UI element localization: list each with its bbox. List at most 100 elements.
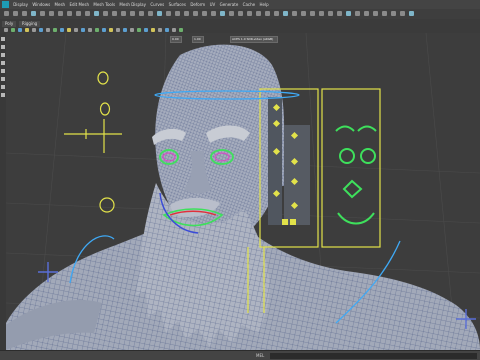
shelf-icon[interactable] bbox=[81, 28, 85, 32]
tool-icon[interactable] bbox=[1, 61, 5, 65]
toolbar-icon[interactable] bbox=[175, 11, 180, 16]
toolbar-icon[interactable] bbox=[310, 11, 315, 16]
toolbar-icon[interactable] bbox=[13, 11, 18, 16]
toolbar-icon[interactable] bbox=[229, 11, 234, 16]
menu-generate[interactable]: Generate bbox=[217, 0, 240, 9]
toolbar-icon[interactable] bbox=[391, 11, 396, 16]
menu-uv[interactable]: UV bbox=[207, 0, 217, 9]
toolbar-icon[interactable] bbox=[328, 11, 333, 16]
toolbar-icon[interactable] bbox=[157, 11, 162, 16]
toolbar-icon[interactable] bbox=[85, 11, 90, 16]
menu-mesh-tools[interactable]: Mesh Tools bbox=[91, 0, 117, 9]
tool-icon[interactable] bbox=[1, 85, 5, 89]
toolbar-icon[interactable] bbox=[400, 11, 405, 16]
menu-edit-mesh[interactable]: Edit Mesh bbox=[67, 0, 91, 9]
toolbar-icon[interactable] bbox=[103, 11, 108, 16]
toolbar-icon[interactable] bbox=[337, 11, 342, 16]
shelf-icon[interactable] bbox=[158, 28, 162, 32]
shelf-icon[interactable] bbox=[95, 28, 99, 32]
slider-letter-box-a[interactable] bbox=[282, 219, 288, 225]
color-space-field[interactable]: ACES 1.0 SDR-video (sRGB) bbox=[230, 36, 278, 43]
tool-icon[interactable] bbox=[1, 53, 5, 57]
toolbar-icon[interactable] bbox=[346, 11, 351, 16]
toolbar-icon[interactable] bbox=[67, 11, 72, 16]
shelf-tab-poly[interactable]: Poly bbox=[2, 21, 17, 27]
toolbar-icon[interactable] bbox=[274, 11, 279, 16]
shelf-icon[interactable] bbox=[165, 28, 169, 32]
toolbar-icon[interactable] bbox=[238, 11, 243, 16]
menu-mesh-display[interactable]: Mesh Display bbox=[117, 0, 148, 9]
menu-deform[interactable]: Deform bbox=[188, 0, 207, 9]
shelf-icon[interactable] bbox=[53, 28, 57, 32]
tool-icon[interactable] bbox=[1, 77, 5, 81]
shelf-icon[interactable] bbox=[144, 28, 148, 32]
shelf-tab-rigging[interactable]: Rigging bbox=[19, 21, 41, 27]
toolbar-icon[interactable] bbox=[94, 11, 99, 16]
command-input[interactable] bbox=[270, 353, 477, 359]
toolbar-icon[interactable] bbox=[292, 11, 297, 16]
tool-icon[interactable] bbox=[1, 45, 5, 49]
select-arrow-icon[interactable] bbox=[1, 37, 5, 41]
toolbar-icon[interactable] bbox=[202, 11, 207, 16]
menu-surfaces[interactable]: Surfaces bbox=[166, 0, 188, 9]
shelf-icon[interactable] bbox=[11, 28, 15, 32]
gamma-field[interactable]: 1.00 bbox=[192, 36, 204, 43]
toolbar-icon[interactable] bbox=[211, 11, 216, 16]
toolbar-icon[interactable] bbox=[265, 11, 270, 16]
shelf-icon[interactable] bbox=[151, 28, 155, 32]
toolbar-icon[interactable] bbox=[220, 11, 225, 16]
slider-letter-box-b[interactable] bbox=[290, 219, 296, 225]
toolbar-icon[interactable] bbox=[193, 11, 198, 16]
shelf-icon[interactable] bbox=[25, 28, 29, 32]
toolbar-icon[interactable] bbox=[121, 11, 126, 16]
shelf-icon[interactable] bbox=[123, 28, 127, 32]
menu-help[interactable]: Help bbox=[257, 0, 271, 9]
menu-display[interactable]: Display bbox=[11, 0, 30, 9]
tool-icon[interactable] bbox=[1, 69, 5, 73]
shelf-icon[interactable] bbox=[172, 28, 176, 32]
toolbar-icon[interactable] bbox=[355, 11, 360, 16]
viewport[interactable]: 0.00 1.00 ACES 1.0 SDR-video (sRGB) bbox=[5, 32, 480, 351]
toolbar-icon[interactable] bbox=[58, 11, 63, 16]
toolbar-icon[interactable] bbox=[76, 11, 81, 16]
menu-cache[interactable]: Cache bbox=[240, 0, 257, 9]
shelf-icon[interactable] bbox=[67, 28, 71, 32]
tool-icon[interactable] bbox=[1, 93, 5, 97]
toolbar-icon[interactable] bbox=[166, 11, 171, 16]
toolbar-icon[interactable] bbox=[319, 11, 324, 16]
toolbar-icon[interactable] bbox=[139, 11, 144, 16]
toolbar-icon[interactable] bbox=[4, 11, 9, 16]
toolbar-icon[interactable] bbox=[184, 11, 189, 16]
menu-mesh[interactable]: Mesh bbox=[52, 0, 67, 9]
toolbar-icon[interactable] bbox=[382, 11, 387, 16]
shelf-icon[interactable] bbox=[88, 28, 92, 32]
toolbar-icon[interactable] bbox=[256, 11, 261, 16]
toolbar-icon[interactable] bbox=[148, 11, 153, 16]
toolbar-icon[interactable] bbox=[301, 11, 306, 16]
toolbar-icon[interactable] bbox=[373, 11, 378, 16]
toolbar-icon[interactable] bbox=[49, 11, 54, 16]
menu-curves[interactable]: Curves bbox=[148, 0, 166, 9]
mel-label[interactable]: MEL bbox=[256, 351, 264, 360]
toolbar-icon[interactable] bbox=[247, 11, 252, 16]
shelf-icon[interactable] bbox=[4, 28, 8, 32]
shelf-icon[interactable] bbox=[102, 28, 106, 32]
shelf-icon[interactable] bbox=[109, 28, 113, 32]
shelf-icon[interactable] bbox=[60, 28, 64, 32]
shelf-icon[interactable] bbox=[39, 28, 43, 32]
shelf-icon[interactable] bbox=[179, 28, 183, 32]
toolbar-icon[interactable] bbox=[31, 11, 36, 16]
shelf-icon[interactable] bbox=[32, 28, 36, 32]
toolbar-icon[interactable] bbox=[364, 11, 369, 16]
toolbar-icon[interactable] bbox=[40, 11, 45, 16]
exposure-field[interactable]: 0.00 bbox=[170, 36, 182, 43]
menu-windows[interactable]: Windows bbox=[30, 0, 52, 9]
toolbar-icon[interactable] bbox=[22, 11, 27, 16]
toolbar-icon[interactable] bbox=[130, 11, 135, 16]
viewport-scene[interactable] bbox=[5, 32, 480, 351]
shelf-icon[interactable] bbox=[137, 28, 141, 32]
shelf-icon[interactable] bbox=[116, 28, 120, 32]
shelf-icon[interactable] bbox=[46, 28, 50, 32]
shelf-icon[interactable] bbox=[130, 28, 134, 32]
toolbar-icon[interactable] bbox=[112, 11, 117, 16]
